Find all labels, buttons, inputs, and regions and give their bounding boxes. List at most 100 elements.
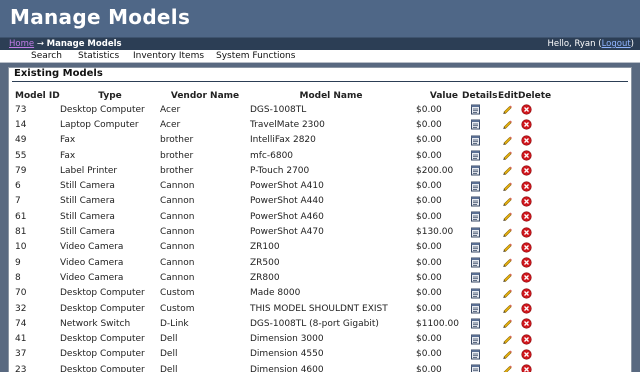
delete-icon-cell xyxy=(518,316,551,331)
delete-icon[interactable] xyxy=(521,288,532,299)
details-icon[interactable] xyxy=(470,165,481,176)
page-header: Manage Models xyxy=(0,0,640,38)
nav-item-system-functions[interactable]: System Functions xyxy=(216,51,295,61)
delete-icon[interactable] xyxy=(521,257,532,268)
details-icon[interactable] xyxy=(470,150,481,161)
delete-icon-cell xyxy=(518,194,551,209)
details-icon[interactable] xyxy=(470,181,481,192)
pencil-icon[interactable] xyxy=(502,119,513,130)
cell-type: Still Camera xyxy=(60,227,115,238)
details-icon[interactable] xyxy=(470,196,481,207)
delete-icon[interactable] xyxy=(521,364,532,372)
nav-item-inventory-items[interactable]: Inventory Items xyxy=(133,51,204,61)
cell-model-id: 79 xyxy=(15,165,27,176)
logout-link[interactable]: Logout xyxy=(602,39,631,49)
details-icon[interactable] xyxy=(470,104,481,115)
cell-type: Video Camera xyxy=(60,242,124,253)
delete-icon[interactable] xyxy=(521,165,532,176)
pencil-icon[interactable] xyxy=(502,104,513,115)
delete-icon[interactable] xyxy=(521,318,532,329)
details-icon[interactable] xyxy=(470,303,481,314)
delete-icon[interactable] xyxy=(521,150,532,161)
pencil-icon-cell xyxy=(498,331,518,346)
details-icon[interactable] xyxy=(470,119,481,130)
details-icon[interactable] xyxy=(470,334,481,345)
details-icon[interactable] xyxy=(470,257,481,268)
cell-vendor-name: Cannon xyxy=(160,181,195,192)
cell-vendor-name: brother xyxy=(160,135,194,146)
breadcrumb-home-link[interactable]: Home xyxy=(9,39,34,49)
pencil-icon-cell xyxy=(498,270,518,285)
details-icon-cell xyxy=(460,117,498,132)
details-icon[interactable] xyxy=(470,242,481,253)
details-icon[interactable] xyxy=(470,135,481,146)
details-icon[interactable] xyxy=(470,288,481,299)
table-row: 32 Desktop Computer Custom THIS MODEL SHOUL… xyxy=(15,301,551,316)
pencil-icon-cell xyxy=(498,209,518,224)
details-icon-cell xyxy=(460,286,498,301)
user-greeting: Hello, Ryan (Logout) xyxy=(548,39,634,49)
details-icon[interactable] xyxy=(470,364,481,372)
delete-icon[interactable] xyxy=(521,242,532,253)
pencil-icon-cell xyxy=(498,255,518,270)
delete-icon[interactable] xyxy=(521,226,532,238)
details-icon[interactable] xyxy=(470,318,481,329)
pencil-icon-cell xyxy=(498,163,518,178)
pencil-icon[interactable] xyxy=(502,227,513,238)
cell-model-name: P-Touch 2700 xyxy=(250,165,310,176)
nav-item-search[interactable]: Search xyxy=(31,51,62,61)
cell-model-name: mfc-6800 xyxy=(250,150,294,161)
pencil-icon[interactable] xyxy=(502,349,513,360)
pencil-icon[interactable] xyxy=(502,288,513,299)
delete-icon[interactable] xyxy=(521,196,532,207)
details-icon[interactable] xyxy=(470,272,481,283)
pencil-icon[interactable] xyxy=(502,150,513,161)
delete-icon[interactable] xyxy=(521,181,532,192)
cell-type: Video Camera xyxy=(60,272,124,283)
pencil-icon[interactable] xyxy=(502,318,513,329)
details-icon[interactable] xyxy=(470,211,481,222)
breadcrumb: Home → Manage Models xyxy=(9,39,122,49)
pencil-icon[interactable] xyxy=(502,165,513,176)
delete-icon-cell xyxy=(518,347,551,362)
pencil-icon[interactable] xyxy=(502,272,513,283)
col-model-name: Model Name xyxy=(299,90,363,101)
table-row: 49 Fax brother IntelliFax 2820 $0.00 xyxy=(15,133,551,148)
cell-model-name: IntelliFax 2820 xyxy=(250,135,316,146)
pencil-icon[interactable] xyxy=(502,196,513,207)
cell-type: Label Printer xyxy=(60,165,118,176)
cell-model-name: THIS MODEL SHOULDNT EXIST xyxy=(250,303,388,314)
cell-value: $0.00 xyxy=(416,288,442,299)
pencil-icon[interactable] xyxy=(502,181,513,192)
pencil-icon-cell xyxy=(498,178,518,193)
pencil-icon[interactable] xyxy=(502,303,513,314)
delete-icon[interactable] xyxy=(521,272,532,284)
cell-type: Still Camera xyxy=(60,211,115,222)
pencil-icon-cell xyxy=(498,133,518,148)
delete-icon[interactable] xyxy=(521,303,532,314)
delete-icon[interactable] xyxy=(521,211,532,222)
details-icon[interactable] xyxy=(470,349,481,360)
delete-icon[interactable] xyxy=(521,349,532,360)
delete-icon-cell xyxy=(518,301,551,316)
delete-icon[interactable] xyxy=(521,104,532,115)
pencil-icon[interactable] xyxy=(502,242,513,253)
cell-vendor-name: brother xyxy=(160,165,194,176)
delete-icon[interactable] xyxy=(521,135,532,146)
delete-icon-cell xyxy=(518,255,551,270)
pencil-icon-cell xyxy=(498,316,518,331)
pencil-icon[interactable] xyxy=(502,135,513,146)
pencil-icon[interactable] xyxy=(502,257,513,268)
cell-vendor-name: Cannon xyxy=(160,272,195,283)
details-icon-cell xyxy=(460,331,498,346)
details-icon[interactable] xyxy=(470,227,481,238)
nav-item-statistics[interactable]: Statistics xyxy=(78,51,119,61)
pencil-icon[interactable] xyxy=(502,334,513,345)
delete-icon[interactable] xyxy=(521,119,532,131)
delete-icon[interactable] xyxy=(521,333,532,345)
pencil-icon[interactable] xyxy=(502,364,513,372)
delete-icon-cell xyxy=(518,133,551,148)
col-model-id: Model ID xyxy=(15,90,60,101)
cell-vendor-name: brother xyxy=(160,150,194,161)
pencil-icon[interactable] xyxy=(502,211,513,222)
